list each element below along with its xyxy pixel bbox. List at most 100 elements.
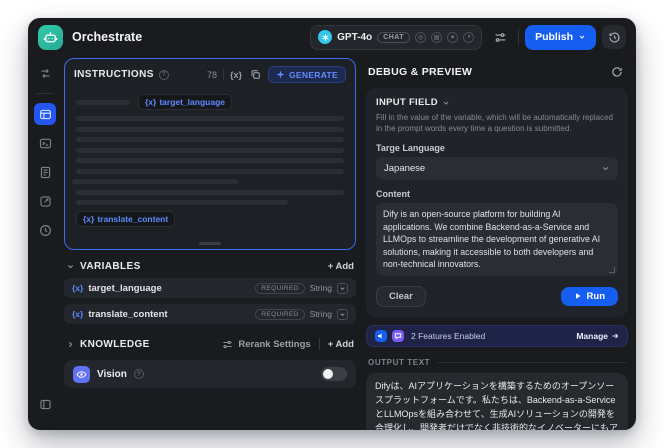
variable-type-selector-icon[interactable] <box>337 282 348 294</box>
content-textarea-value: Dify is an open-source platform for buil… <box>383 209 601 270</box>
page-title: Orchestrate <box>72 30 143 44</box>
model-mode-badge: CHAT <box>377 31 411 43</box>
history-clock-icon <box>608 31 621 44</box>
variable-tag[interactable]: {x} translate_content <box>76 210 176 227</box>
nav-orchestrate-icon[interactable] <box>34 103 56 125</box>
input-field-description: Fill in the value of the variable, which… <box>376 113 614 134</box>
model-name: GPT-4o <box>337 31 373 43</box>
nav-annotations-icon[interactable] <box>34 190 56 212</box>
topbar-actions: GPT-4o CHAT ◎ ▤ ✶ ◑ Publish <box>310 24 626 50</box>
debug-title: DEBUG & PREVIEW <box>368 66 473 78</box>
app-logo[interactable] <box>38 24 63 50</box>
add-knowledge-button[interactable]: + Add <box>328 339 354 350</box>
sparkle-icon <box>276 70 285 79</box>
variable-type: String <box>309 283 332 293</box>
char-count: 78 <box>206 69 217 80</box>
model-capability-icon-3: ✶ <box>447 31 459 43</box>
variable-tag-label: target_language <box>159 97 225 107</box>
top-bar: Orchestrate GPT-4o CHAT ◎ ▤ ✶ ◑ Publish <box>28 18 636 56</box>
required-badge: REQUIRED <box>255 282 305 294</box>
publish-label: Publish <box>535 31 573 43</box>
variable-name: translate_content <box>88 308 168 320</box>
variable-prefix: {x} <box>72 283 84 293</box>
copy-icon[interactable] <box>248 68 262 82</box>
sliders-icon <box>494 31 507 44</box>
feature-speech-icon <box>375 329 387 342</box>
vision-label: Vision <box>97 368 127 380</box>
content-field-label: Content <box>376 189 410 200</box>
vision-toggle[interactable] <box>321 367 347 381</box>
run-label: Run <box>586 290 605 302</box>
header-divider <box>222 69 224 80</box>
nav-api-terminal-icon[interactable] <box>34 132 56 154</box>
generate-button[interactable]: GENERATE <box>268 66 346 83</box>
manage-label: Manage <box>576 330 608 341</box>
vision-setting-row: Vision ? <box>64 360 356 388</box>
variable-row[interactable]: {x} translate_content REQUIRED String <box>64 304 356 324</box>
rerank-settings-button[interactable]: Rerank Settings <box>222 338 311 350</box>
play-icon <box>575 293 581 300</box>
topbar-divider <box>518 29 520 45</box>
features-bar[interactable]: 2 Features Enabled Manage <box>366 324 628 347</box>
run-button[interactable]: Run <box>560 286 618 306</box>
rerank-settings-label: Rerank Settings <box>238 338 311 350</box>
variable-type-selector-icon[interactable] <box>337 308 348 320</box>
refresh-icon[interactable] <box>608 63 626 81</box>
nav-logs-icon[interactable] <box>34 161 56 183</box>
debug-header: DEBUG & PREVIEW <box>368 63 626 81</box>
sidebar-rail <box>28 56 62 430</box>
nav-monitoring-icon[interactable] <box>34 219 56 241</box>
help-icon[interactable]: ? <box>158 69 169 80</box>
language-select-value: Japanese <box>384 163 426 175</box>
collapse-sidebar-icon[interactable] <box>34 393 56 415</box>
language-select[interactable]: Japanese <box>376 157 618 181</box>
knowledge-title: KNOWLEDGE <box>80 338 150 350</box>
publish-button[interactable]: Publish <box>525 24 596 50</box>
variable-tag[interactable]: {x} target_language <box>138 94 232 110</box>
variable-tag-label: translate_content <box>97 213 169 224</box>
insert-variable-icon[interactable]: {x} <box>230 70 242 80</box>
debug-preview-panel: DEBUG & PREVIEW INPUT FIELD Fill in the … <box>364 58 628 430</box>
help-icon[interactable]: ? <box>133 369 144 379</box>
resize-drag-handle[interactable] <box>199 242 221 245</box>
manage-features-button[interactable]: Manage <box>576 331 619 341</box>
variable-prefix: {x} <box>72 309 84 319</box>
arrow-right-icon <box>611 332 619 340</box>
output-card: Difyは、AIアプリケーションを構築するためのオープンソースプラットフォームで… <box>366 372 628 430</box>
chevron-down-icon <box>578 33 586 41</box>
knowledge-header: KNOWLEDGE Rerank Settings + Add <box>64 338 356 350</box>
variables-title: VARIABLES <box>80 261 141 272</box>
instructions-editor[interactable]: INSTRUCTIONS ? 78 {x} GENERATE {x} targe… <box>64 58 356 250</box>
features-enabled-label: 2 Features Enabled <box>411 330 486 341</box>
orchestrate-panel: INSTRUCTIONS ? 78 {x} GENERATE {x} targe… <box>64 58 356 430</box>
knowledge-divider <box>318 338 320 350</box>
input-field-card: INPUT FIELD Fill in the value of the var… <box>366 88 628 317</box>
instructions-body[interactable]: {x} target_language {x} translate_conten… <box>65 88 355 249</box>
chevron-down-icon[interactable] <box>66 262 75 271</box>
model-selector[interactable]: GPT-4o CHAT ◎ ▤ ✶ ◑ <box>310 24 483 50</box>
output-title: OUTPUT TEXT <box>368 357 431 367</box>
clear-button[interactable]: Clear <box>376 285 426 307</box>
window-body: INSTRUCTIONS ? 78 {x} GENERATE {x} targe… <box>28 56 636 430</box>
robot-icon <box>43 30 58 45</box>
model-parameters-button[interactable] <box>488 25 512 49</box>
chevron-right-icon[interactable] <box>66 340 75 349</box>
instructions-header: INSTRUCTIONS ? 78 {x} GENERATE <box>65 59 355 88</box>
resize-grip-icon[interactable] <box>609 266 615 273</box>
model-capability-icon-1: ◎ <box>415 31 427 43</box>
model-provider-icon <box>318 30 333 44</box>
desktop-background: Orchestrate GPT-4o CHAT ◎ ▤ ✶ ◑ Publish … <box>0 0 664 448</box>
variables-header: VARIABLES + Add <box>64 261 356 272</box>
required-badge: REQUIRED <box>255 308 305 320</box>
add-variable-button[interactable]: + Add <box>328 261 354 272</box>
variable-prefix: {x} <box>145 97 157 107</box>
feature-conversation-icon <box>392 329 404 342</box>
model-capability-icon-2: ▤ <box>431 31 443 43</box>
variable-type: String <box>309 309 332 319</box>
version-history-button[interactable] <box>602 25 626 49</box>
content-textarea[interactable]: Dify is an open-source platform for buil… <box>376 203 618 276</box>
chevron-down-icon[interactable] <box>442 99 450 107</box>
variable-row[interactable]: {x} target_language REQUIRED String <box>64 278 356 298</box>
output-divider <box>438 361 626 363</box>
app-switcher-icon[interactable] <box>34 62 56 84</box>
